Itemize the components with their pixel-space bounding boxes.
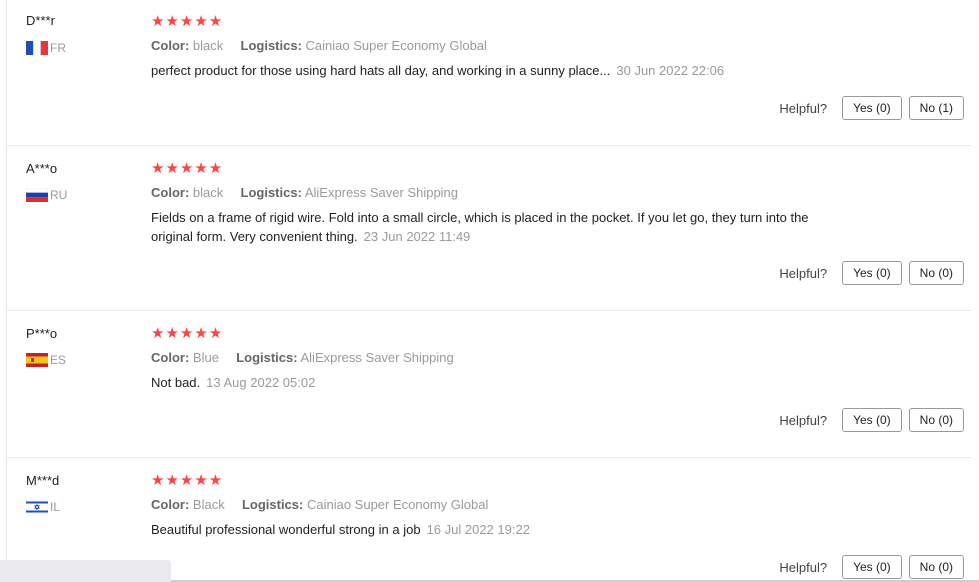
helpful-label: Helpful?: [779, 412, 828, 428]
review-text: Beautiful professional wonderful strong …: [151, 520, 851, 539]
reviewer-name: P***o: [26, 326, 58, 341]
logistics-key: Logistics:: [240, 185, 302, 200]
logistics-value: Cainiao Super Economy Global: [305, 38, 487, 53]
logistics-key: Logistics:: [241, 497, 304, 512]
france-flag-icon: [26, 40, 48, 55]
helpful-row: Helpful? Yes (0) No (0): [779, 555, 964, 579]
helpful-no-button[interactable]: No (0): [908, 261, 964, 285]
review-text: perfect product for those using hard hat…: [151, 61, 851, 80]
logistics-value: AliExpress Saver Shipping: [304, 185, 459, 200]
logistics-value: AliExpress Saver Shipping: [300, 350, 454, 365]
color-value: Black: [192, 497, 225, 512]
helpful-row: Helpful? Yes (0) No (0): [779, 408, 964, 432]
israel-flag-icon: [26, 499, 48, 514]
review-meta: Color: Blue Logistics: AliExpress Saver …: [151, 350, 454, 365]
helpful-yes-button[interactable]: Yes (0): [842, 96, 902, 120]
color-key: Color:: [151, 38, 190, 53]
helpful-yes-button[interactable]: Yes (0): [842, 261, 902, 285]
helpful-row: Helpful? Yes (0) No (1): [779, 96, 964, 120]
review-date: 23 Jun 2022 11:49: [363, 229, 471, 244]
helpful-no-button[interactable]: No (1): [908, 96, 964, 120]
review-date: 16 Jul 2022 19:22: [426, 522, 530, 537]
reviewer-name: A***o: [26, 161, 58, 176]
color-value: black: [192, 38, 224, 53]
review-divider: [6, 310, 971, 311]
reviewer-name: M***d: [26, 473, 60, 488]
reviewer-name: D***r: [26, 13, 55, 28]
review-date: 30 Jun 2022 22:06: [616, 63, 725, 78]
review-divider: [6, 457, 971, 458]
review-text: Fields on a frame of rigid wire. Fold in…: [151, 208, 851, 246]
review-meta: Color: black Logistics: Cainiao Super Ec…: [151, 38, 487, 53]
review-text-line: perfect product for those using hard hat…: [151, 63, 611, 78]
star-rating: ★★★★★: [151, 13, 224, 30]
review-meta: Color: black Logistics: AliExpress Saver…: [151, 185, 458, 200]
country-code: RU: [50, 187, 68, 202]
helpful-row: Helpful? Yes (0) No (0): [779, 261, 964, 285]
review-meta: Color: Black Logistics: Cainiao Super Ec…: [151, 497, 488, 512]
left-border: [6, 0, 7, 582]
star-rating: ★★★★★: [151, 472, 224, 489]
spain-flag-icon: [26, 352, 48, 367]
logistics-value: Cainiao Super Economy Global: [306, 497, 489, 512]
logistics-key: Logistics:: [240, 38, 302, 53]
review-text-line: original form. Very convenient thing.: [151, 229, 358, 244]
country-code: FR: [50, 40, 66, 55]
reviewer-country: ES: [26, 352, 66, 367]
review-text-line: Beautiful professional wonderful strong …: [151, 522, 421, 537]
reviewer-country: FR: [26, 40, 66, 55]
star-rating: ★★★★★: [151, 160, 224, 177]
review-divider: [6, 145, 971, 146]
reviewer-country: IL: [26, 499, 60, 514]
review-date: 13 Aug 2022 05:02: [206, 375, 316, 390]
helpful-no-button[interactable]: No (0): [908, 408, 964, 432]
color-key: Color:: [151, 350, 190, 365]
review-text-line: Fields on a frame of rigid wire. Fold in…: [151, 210, 809, 225]
color-value: black: [192, 185, 224, 200]
country-code: IL: [50, 499, 61, 514]
russia-flag-icon: [26, 187, 48, 202]
helpful-label: Helpful?: [779, 265, 828, 281]
star-rating: ★★★★★: [151, 325, 224, 342]
review-text-line: Not bad.: [151, 375, 201, 390]
helpful-yes-button[interactable]: Yes (0): [842, 408, 902, 432]
review-text: Not bad. 13 Aug 2022 05:02: [151, 373, 851, 392]
color-key: Color:: [151, 497, 190, 512]
horizontal-scrollbar-thumb[interactable]: [0, 560, 171, 582]
color-value: Blue: [192, 350, 219, 365]
reviewer-country: RU: [26, 187, 67, 202]
country-code: ES: [50, 352, 67, 367]
helpful-label: Helpful?: [779, 100, 828, 116]
logistics-key: Logistics:: [236, 350, 298, 365]
helpful-label: Helpful?: [779, 559, 828, 575]
helpful-yes-button[interactable]: Yes (0): [842, 555, 902, 579]
color-key: Color:: [151, 185, 190, 200]
helpful-no-button[interactable]: No (0): [908, 555, 964, 579]
